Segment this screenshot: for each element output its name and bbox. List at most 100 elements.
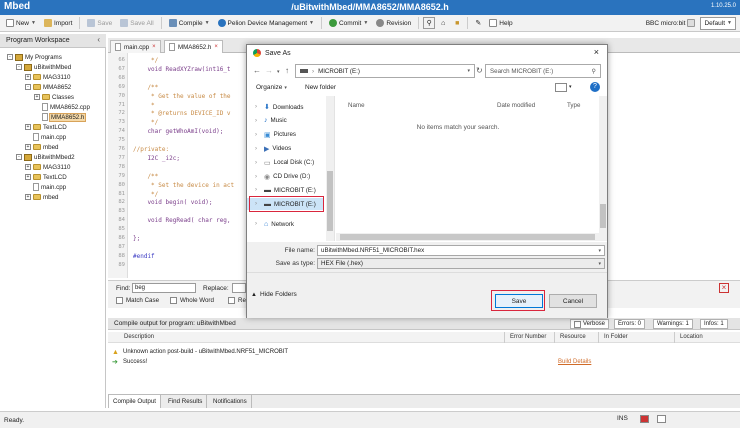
expand-icon[interactable]: + xyxy=(25,124,31,130)
expand-icon[interactable]: + xyxy=(25,174,31,180)
recent-locations-icon[interactable]: ▾ xyxy=(277,69,280,75)
scrollbar-thumb[interactable] xyxy=(340,234,595,240)
chevron-right-icon[interactable]: › xyxy=(255,118,261,124)
chevron-right-icon[interactable]: › xyxy=(255,160,261,166)
commit-button[interactable]: Commit ▼ xyxy=(326,17,371,30)
wrench-icon[interactable]: ✎ xyxy=(472,17,484,29)
infos-filter[interactable]: Infos: 1 xyxy=(700,319,728,329)
regex-option[interactable]: Re xyxy=(228,297,246,304)
expand-icon[interactable]: + xyxy=(25,74,31,80)
expand-icon[interactable]: + xyxy=(25,194,31,200)
match-case-checkbox[interactable] xyxy=(116,297,123,304)
chevron-right-icon[interactable]: › xyxy=(255,187,261,193)
nav-scrollbar[interactable] xyxy=(326,96,334,241)
tree-item[interactable]: MMA8652.cpp xyxy=(34,102,90,112)
close-find-icon[interactable]: × xyxy=(719,283,729,293)
tree-item[interactable]: - uBitwithMbed xyxy=(16,62,71,72)
match-case-option[interactable]: Match Case xyxy=(116,297,159,304)
help-icon[interactable]: ? xyxy=(590,82,600,92)
expand-icon[interactable]: + xyxy=(34,94,40,100)
nav-item[interactable]: › ⌂ Network xyxy=(247,218,327,230)
tab-mma8652-h[interactable]: MMA8652.h × xyxy=(164,40,223,53)
nav-item[interactable]: › ◉ CD Drive (D:) xyxy=(247,171,327,183)
regex-checkbox[interactable] xyxy=(228,297,235,304)
chevron-right-icon[interactable]: › xyxy=(255,146,261,152)
whole-word-option[interactable]: Whole Word xyxy=(170,297,214,304)
tree-item[interactable]: + MAG3110 xyxy=(25,162,70,172)
target-device[interactable]: BBC micro:bit xyxy=(643,17,699,30)
scrollbar-thumb[interactable] xyxy=(600,204,606,228)
compile-button[interactable]: Compile ▼ xyxy=(166,17,213,30)
output-row-warning[interactable]: ▲ Unknown action post-build - uBitwithMb… xyxy=(108,347,740,357)
expand-icon[interactable]: + xyxy=(25,164,31,170)
hide-folders-toggle[interactable]: ▲ Hide Folders xyxy=(251,291,297,298)
horizontal-scrollbar[interactable] xyxy=(336,233,607,241)
collapse-icon[interactable]: - xyxy=(7,54,13,60)
nav-item[interactable]: › ▭ Local Disk (C:) xyxy=(247,157,327,169)
tree-item[interactable]: + TextLCD xyxy=(25,122,67,132)
col-location[interactable]: Location xyxy=(680,334,703,340)
address-bar[interactable]: › MICROBIT (E:) ▾ xyxy=(295,64,475,78)
verbose-toggle[interactable]: Verbose xyxy=(570,319,610,329)
save-all-button[interactable]: Save All xyxy=(117,17,157,30)
col-in-folder[interactable]: In Folder xyxy=(604,334,628,340)
collapse-icon[interactable]: - xyxy=(16,154,22,160)
tab-notifications[interactable]: Notifications xyxy=(209,395,252,408)
chevron-down-icon[interactable]: ▾ xyxy=(598,261,601,267)
scrollbar-thumb[interactable] xyxy=(327,171,333,231)
col-description[interactable]: Description xyxy=(124,334,154,340)
collapse-icon[interactable]: - xyxy=(25,84,31,90)
back-arrow-icon[interactable]: ← xyxy=(253,66,261,75)
theme-select[interactable]: Default ▼ xyxy=(700,16,736,30)
close-icon[interactable]: × xyxy=(152,44,156,50)
col-type[interactable]: Type xyxy=(567,102,580,109)
nav-item[interactable]: › ▬ MICROBIT (E:) xyxy=(247,184,327,196)
save-button[interactable]: Save xyxy=(84,17,115,30)
nav-item[interactable]: › ♪ Music xyxy=(247,115,327,127)
chevron-right-icon[interactable]: › xyxy=(255,132,261,138)
view-options-icon[interactable] xyxy=(555,83,567,92)
tree-item[interactable]: + TextLCD xyxy=(25,172,67,182)
tree-item[interactable]: + mbed xyxy=(25,142,58,152)
replace-input[interactable] xyxy=(232,283,246,293)
errors-filter[interactable]: Errors: 0 xyxy=(614,319,646,329)
verbose-checkbox[interactable] xyxy=(574,320,581,328)
chevron-down-icon[interactable]: ▾ xyxy=(569,84,572,90)
revision-button[interactable]: Revision xyxy=(373,17,414,30)
close-icon[interactable]: × xyxy=(594,47,599,57)
build-details-link[interactable]: Build Details xyxy=(558,359,591,365)
chevron-right-icon[interactable]: › xyxy=(255,174,261,180)
nav-item[interactable]: › ▣ Pictures xyxy=(247,129,327,141)
col-name[interactable]: Name xyxy=(348,102,365,109)
tree-item[interactable]: + MAG3110 xyxy=(25,72,70,82)
new-button[interactable]: New ▼ xyxy=(3,17,39,30)
dialog-search-input[interactable]: Search MICROBIT (E:) ⚲ xyxy=(485,64,601,78)
tree-item[interactable]: + mbed xyxy=(25,192,58,202)
tree-item[interactable]: MMA8652.h xyxy=(34,112,87,122)
close-icon[interactable]: × xyxy=(214,44,218,50)
warnings-filter[interactable]: Warnings: 1 xyxy=(653,319,693,329)
collapse-icon[interactable]: - xyxy=(16,64,22,70)
tab-compile-output[interactable]: Compile Output xyxy=(108,395,161,408)
bookmark-icon[interactable]: ⌂ xyxy=(437,17,449,29)
tree-item[interactable]: main.cpp xyxy=(25,182,66,192)
tree-item[interactable]: - MMA8652 xyxy=(25,82,71,92)
expand-icon[interactable]: + xyxy=(25,144,31,150)
tree-item[interactable]: - uBitwithMbed2 xyxy=(16,152,75,162)
refresh-icon[interactable]: ↻ xyxy=(476,66,483,75)
find-input[interactable]: beg xyxy=(132,283,196,293)
chevron-right-icon[interactable]: › xyxy=(255,104,261,110)
file-name-input[interactable]: uBitwithMbed.NRF51_MICROBIT.hex ▾ xyxy=(317,245,605,256)
up-arrow-icon[interactable]: ↑ xyxy=(285,66,289,75)
find-binoculars-icon[interactable]: ⚲ xyxy=(423,17,436,29)
collapse-panel-icon[interactable]: ‹ xyxy=(97,35,100,44)
chevron-down-icon[interactable]: ▾ xyxy=(598,248,601,254)
tab-find-results[interactable]: Find Results xyxy=(164,395,208,408)
lock-icon[interactable]: ■ xyxy=(451,17,463,29)
output-row-success[interactable]: ➔ Success! Build Details xyxy=(108,357,740,367)
tree-item[interactable]: + Classes xyxy=(34,92,74,102)
import-button[interactable]: Import xyxy=(41,17,75,30)
tree-item[interactable]: main.cpp xyxy=(25,132,66,142)
col-date-modified[interactable]: Date modified xyxy=(497,102,535,109)
new-folder-button[interactable]: New folder xyxy=(305,84,336,91)
